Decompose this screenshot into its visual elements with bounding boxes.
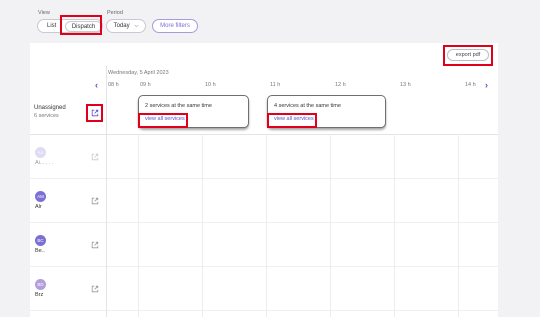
resource-column-divider [106,66,107,317]
row-divider [30,310,498,311]
hour-gridline [138,134,139,317]
dispatch-panel [30,43,498,317]
hour-gridline [458,134,459,317]
hour-gridline [266,134,267,317]
avatar: AA [35,147,46,158]
hour-label: 11 h [270,82,281,88]
hour-label: 08 h [108,82,119,88]
hour-gridline [330,134,331,317]
period-value: Today [113,23,130,29]
hour-label: 14 h [465,82,476,88]
avatar: AM [35,191,46,202]
dispatch-highlight [60,15,102,35]
header-divider [30,134,498,135]
avatar-initials: BC [37,238,44,243]
hour-gridline [394,134,395,317]
unassigned-link-highlight [86,104,103,122]
service-group-title: 2 services at the same time [145,103,212,109]
link-highlight [267,113,317,128]
resource-name: Brz [35,292,44,298]
row-divider [30,178,498,179]
period-label: Period [107,10,123,16]
filters-bar: View List Dispatch Period Today ⌵ More f… [0,0,540,40]
view-list-option[interactable]: List [47,23,56,29]
export-highlight [443,45,493,66]
resource-name: Alr [35,204,42,210]
period-select[interactable]: Today ⌵ [106,19,146,33]
chevron-right-icon[interactable]: › [485,80,488,90]
external-link-icon[interactable] [91,197,99,205]
view-label: View [38,10,50,16]
unassigned-title: Unassigned [34,105,66,111]
external-link-icon[interactable] [91,153,99,161]
avatar-initials: AM [37,194,44,199]
hour-label: 10 h [205,82,216,88]
row-divider [30,266,498,267]
link-highlight [138,113,188,128]
chevron-left-icon[interactable]: ‹ [95,80,98,90]
hour-label: 09 h [140,82,151,88]
service-group-title: 4 services at the same time [274,103,341,109]
unassigned-count: 6 services [34,113,59,119]
avatar-initials: BD [37,282,44,287]
more-filters-button[interactable]: More filters [152,19,198,33]
avatar: BC [35,235,46,246]
external-link-icon[interactable] [91,285,99,293]
resource-name: Be.. [35,248,45,254]
hour-label: 13 h [400,82,411,88]
avatar: BD [35,279,46,290]
hour-label: 12 h [335,82,346,88]
external-link-icon[interactable] [91,241,99,249]
hour-gridline [202,134,203,317]
avatar-initials: AA [37,150,44,155]
row-divider [30,222,498,223]
resource-name: Ai... , . . [35,160,54,166]
schedule-date: Wednesday, 5 April 2023 [108,70,169,76]
chevron-down-icon: ⌵ [134,23,139,29]
